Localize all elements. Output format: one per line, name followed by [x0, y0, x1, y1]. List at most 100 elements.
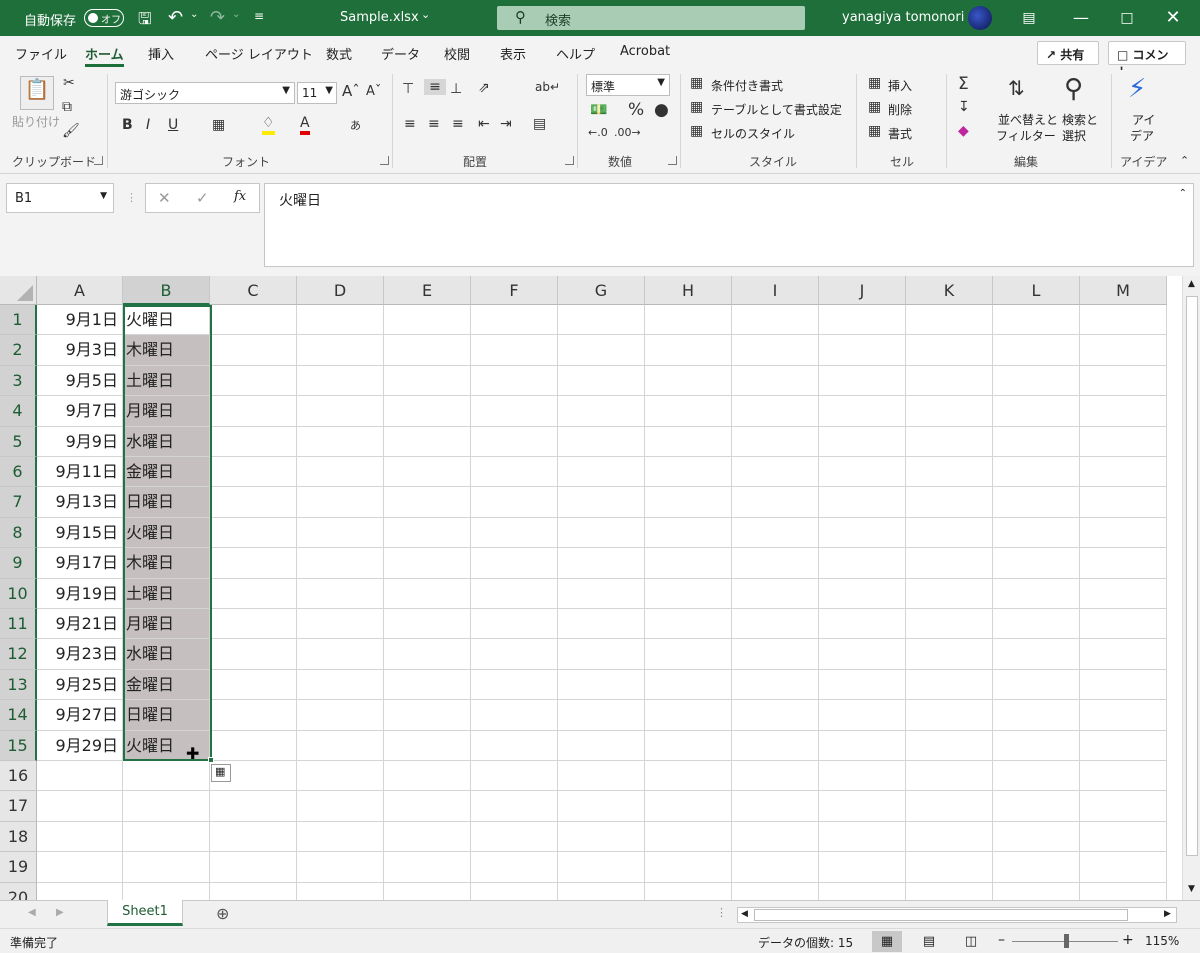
redo-dropdown-icon[interactable]: ⌄ [232, 9, 240, 20]
cell-H[interactable] [645, 791, 732, 822]
cell-G[interactable] [558, 426, 645, 457]
cell-F[interactable] [471, 548, 558, 579]
format-painter-icon[interactable]: 🖌 [62, 123, 80, 139]
cell-I[interactable] [732, 761, 819, 792]
cell-F[interactable] [471, 852, 558, 883]
row-header[interactable]: 9 [0, 548, 37, 579]
cell-A[interactable]: 9月3日 [37, 335, 123, 366]
cell-G[interactable] [558, 761, 645, 792]
cell-F[interactable] [471, 457, 558, 488]
cell-J[interactable] [819, 852, 906, 883]
cell-M[interactable] [1080, 548, 1167, 579]
customize-qat-icon[interactable]: ≡ [254, 9, 264, 23]
percent-icon[interactable]: % [628, 100, 644, 120]
cell-L[interactable] [993, 335, 1080, 366]
worksheet-grid[interactable]: A B C D E F G H I J K L M 1 9月1日 火曜日 2 9月3日 木曜日 3 9月5日 土曜日 4 9月… [0, 276, 1182, 900]
ideas-label-2[interactable]: デア [1130, 127, 1154, 144]
horizontal-scrollbar[interactable]: ◀ ▶ [737, 907, 1177, 923]
cell-F[interactable] [471, 517, 558, 549]
cell-E[interactable] [384, 761, 471, 792]
formula-input[interactable]: 火曜日 ⌃ [264, 183, 1194, 267]
cell-G[interactable] [558, 730, 645, 761]
column-header[interactable]: F [471, 276, 558, 305]
row-header[interactable]: 14 [0, 700, 37, 731]
cell-L[interactable] [993, 457, 1080, 488]
font-launcher-icon[interactable] [380, 156, 389, 165]
cell-J[interactable] [819, 305, 906, 336]
user-avatar[interactable] [968, 6, 992, 30]
cell-M[interactable] [1080, 609, 1167, 640]
cell-B[interactable] [123, 791, 210, 822]
cell-J[interactable] [819, 761, 906, 792]
cell-F[interactable] [471, 639, 558, 670]
tab-home[interactable]: ホーム [85, 44, 124, 67]
cell-G[interactable] [558, 578, 645, 609]
align-middle-icon[interactable]: ≡ [424, 79, 446, 95]
cell-E[interactable] [384, 882, 471, 900]
close-icon[interactable]: ✕ [1150, 0, 1196, 36]
cell-K[interactable] [906, 821, 993, 853]
sort-filter-label-1[interactable]: 並べ替えと [998, 111, 1058, 128]
cell-E[interactable] [384, 669, 471, 701]
cell-J[interactable] [819, 365, 906, 397]
cell-C[interactable] [210, 639, 297, 670]
sort-filter-label-2[interactable]: フィルター [996, 127, 1056, 144]
cell-A[interactable]: 9月29日 [37, 730, 123, 761]
scroll-left-icon[interactable]: ◀ [741, 909, 748, 919]
insert-function-icon[interactable]: fx [234, 189, 246, 204]
column-header[interactable]: J [819, 276, 906, 305]
cell-A[interactable]: 9月17日 [37, 548, 123, 579]
cell-K[interactable] [906, 791, 993, 822]
cell-H[interactable] [645, 578, 732, 609]
row-header[interactable]: 20 [0, 882, 37, 900]
cell-F[interactable] [471, 669, 558, 701]
cell-E[interactable] [384, 821, 471, 853]
cell-E[interactable] [384, 700, 471, 731]
cell-C[interactable] [210, 578, 297, 609]
cell-L[interactable] [993, 517, 1080, 549]
cell-D[interactable] [297, 396, 384, 427]
save-icon[interactable]: 🖫 [138, 8, 152, 35]
sheet-tab[interactable]: Sheet1 [107, 900, 183, 926]
cell-B[interactable]: 日曜日 [123, 487, 210, 518]
cell-M[interactable] [1080, 396, 1167, 427]
zoom-slider-thumb[interactable] [1064, 934, 1069, 948]
maximize-icon[interactable]: □ [1104, 0, 1150, 36]
cell-L[interactable] [993, 487, 1080, 518]
cell-C[interactable] [210, 821, 297, 853]
cell-B[interactable]: 土曜日 [123, 365, 210, 397]
cell-I[interactable] [732, 517, 819, 549]
cell-E[interactable] [384, 457, 471, 488]
row-header[interactable]: 11 [0, 609, 37, 640]
cell-B[interactable]: 金曜日 [123, 669, 210, 701]
cell-E[interactable] [384, 791, 471, 822]
cell-H[interactable] [645, 517, 732, 549]
cell-C[interactable] [210, 669, 297, 701]
underline-icon[interactable]: U [168, 117, 178, 133]
cell-C[interactable] [210, 396, 297, 427]
row-header[interactable]: 7 [0, 487, 37, 518]
cell-B[interactable]: 金曜日 [123, 457, 210, 488]
tab-formulas[interactable]: 数式 [326, 44, 352, 63]
format-as-table-icon[interactable]: ▦ [690, 99, 703, 115]
cell-K[interactable] [906, 609, 993, 640]
cell-C[interactable] [210, 365, 297, 397]
cell-D[interactable] [297, 578, 384, 609]
cell-D[interactable] [297, 821, 384, 853]
cell-M[interactable] [1080, 791, 1167, 822]
column-header[interactable]: E [384, 276, 471, 305]
tab-insert[interactable]: 挿入 [148, 44, 174, 63]
cell-I[interactable] [732, 852, 819, 883]
user-name[interactable]: yanagiya tomonori [842, 10, 964, 25]
cell-styles-button[interactable]: セルのスタイル [711, 125, 795, 142]
cell-G[interactable] [558, 639, 645, 670]
merge-center-icon[interactable]: ▤ [533, 116, 546, 132]
cell-D[interactable] [297, 305, 384, 336]
cell-L[interactable] [993, 578, 1080, 609]
cell-F[interactable] [471, 426, 558, 457]
cell-I[interactable] [732, 669, 819, 701]
cell-L[interactable] [993, 365, 1080, 397]
cell-B[interactable]: 月曜日 [123, 396, 210, 427]
cell-A[interactable]: 9月23日 [37, 639, 123, 670]
ribbon-display-icon[interactable]: ▤ [1006, 0, 1052, 36]
